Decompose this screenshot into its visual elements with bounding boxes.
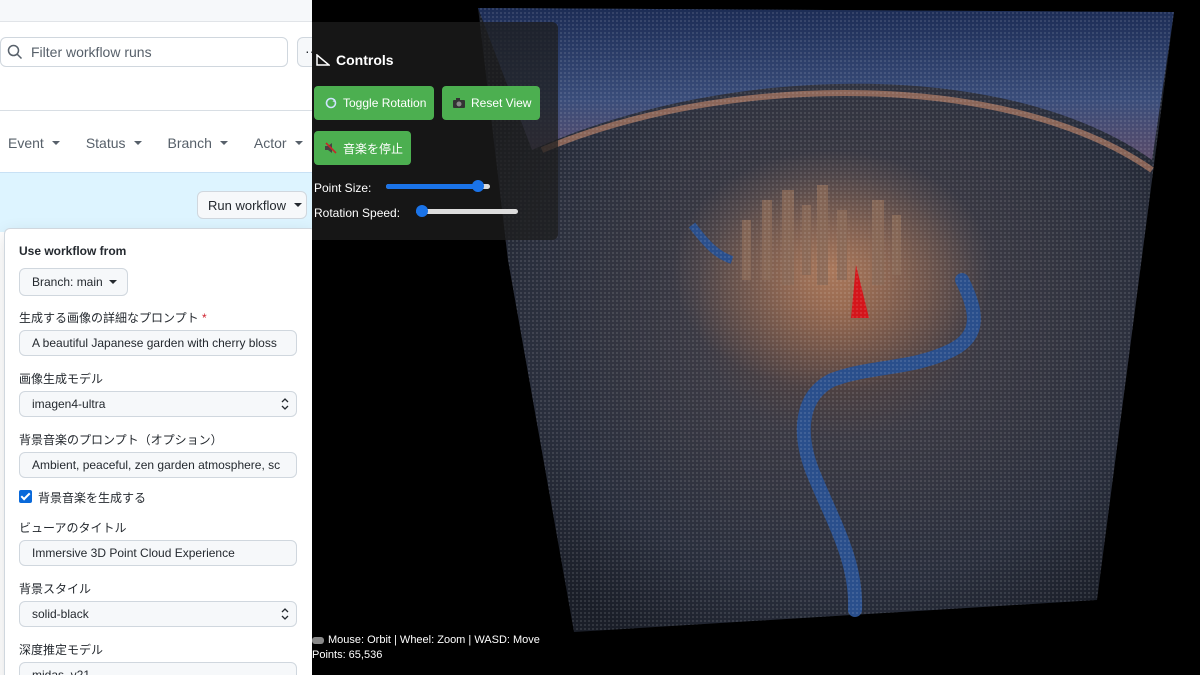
hint-text: Mouse: Orbit | Wheel: Zoom | WASD: Move	[328, 634, 540, 646]
points-count: Points: 65,536	[312, 649, 383, 661]
required-mark: *	[202, 311, 207, 325]
controls-panel: Controls Toggle Rotation Reset View 音楽を停…	[312, 22, 558, 240]
filter-branch[interactable]: Branch	[168, 135, 228, 151]
branch-select-button[interactable]: Branch: main	[19, 268, 128, 296]
stop-music-label: 音楽を停止	[343, 141, 404, 156]
toggle-rotation-button[interactable]: Toggle Rotation	[314, 86, 434, 120]
controls-title: Controls	[316, 52, 394, 68]
top-bar	[0, 0, 312, 22]
caret-down-icon	[219, 141, 228, 145]
filter-event[interactable]: Event	[8, 135, 60, 151]
depth-model-value: midas_v21	[32, 668, 91, 675]
controls-title-text: Controls	[336, 52, 394, 68]
model-select[interactable]: imagen4-ultra	[19, 391, 297, 417]
workflow-panel: Filter workflow runs ··· Event Status Br…	[0, 0, 312, 675]
bg-style-value: solid-black	[32, 607, 89, 621]
branch-label: Branch: main	[32, 275, 103, 289]
reset-view-button[interactable]: Reset View	[442, 86, 540, 120]
caret-down-icon	[294, 141, 303, 145]
depth-model-label: 深度推定モデル	[19, 643, 104, 657]
filter-label: Status	[85, 135, 126, 151]
viewer-title-label: ビューアのタイトル	[19, 521, 127, 535]
point-texture	[478, 8, 1174, 632]
filter-label: Actor	[253, 135, 287, 151]
slider-fill	[386, 184, 478, 189]
gamepad-icon	[312, 637, 324, 644]
caret-down-icon	[51, 141, 60, 145]
run-workflow-form: Use workflow from Branch: main 生成する画像の詳細…	[4, 228, 312, 675]
reset-view-label: Reset View	[471, 96, 532, 110]
filter-label: Branch	[167, 135, 212, 151]
model-label: 画像生成モデル	[19, 372, 104, 386]
filter-runs-input[interactable]: Filter workflow runs	[0, 37, 288, 67]
depth-model-select[interactable]: midas_v21	[19, 662, 297, 675]
model-value: imagen4-ultra	[32, 397, 106, 411]
stop-music-button[interactable]: 音楽を停止	[314, 131, 411, 165]
more-options-button[interactable]: ···	[297, 37, 312, 67]
point-size-slider[interactable]	[386, 180, 490, 192]
prompt-label: 生成する画像の詳細なプロンプト *	[19, 309, 207, 326]
run-workflow-label: Run workflow	[208, 197, 287, 213]
music-prompt-label: 背景音楽のプロンプト（オプション）	[19, 433, 223, 447]
rotation-speed-label: Rotation Speed:	[314, 206, 401, 220]
caret-down-icon	[133, 141, 142, 145]
bg-style-label: 背景スタイル	[19, 582, 92, 596]
point-size-label: Point Size:	[314, 181, 372, 195]
prompt-input[interactable]: A beautiful Japanese garden with cherry …	[19, 330, 297, 356]
generate-music-label: 背景音楽を生成する	[38, 491, 147, 505]
bg-style-select[interactable]: solid-black	[19, 601, 297, 627]
select-arrows-icon	[281, 398, 289, 410]
generate-music-checkbox[interactable]	[19, 490, 32, 503]
filter-bar: Event Status Branch Actor	[0, 130, 312, 156]
music-prompt-input[interactable]: Ambient, peaceful, zen garden atmosphere…	[19, 452, 297, 478]
slider-thumb[interactable]	[416, 205, 428, 217]
filter-label: Event	[8, 135, 44, 151]
controls-hint: Mouse: Orbit | Wheel: Zoom | WASD: Move	[312, 634, 540, 646]
caret-down-icon	[294, 203, 303, 207]
run-workflow-button[interactable]: Run workflow	[197, 191, 307, 219]
divider	[0, 110, 312, 111]
select-arrows-icon	[281, 608, 289, 620]
filter-actor[interactable]: Actor	[254, 135, 303, 151]
mute-speaker-icon	[325, 142, 337, 154]
toggle-rotation-label: Toggle Rotation	[343, 96, 427, 110]
search-icon	[7, 44, 23, 60]
refresh-icon	[325, 97, 337, 109]
search-placeholder: Filter workflow runs	[31, 44, 152, 60]
slider-thumb[interactable]	[471, 180, 484, 192]
point-cloud-viewer[interactable]: Controls Toggle Rotation Reset View 音楽を停…	[312, 0, 1200, 675]
filter-status[interactable]: Status	[86, 135, 142, 151]
prompt-label-text: 生成する画像の詳細なプロンプト	[19, 311, 199, 325]
camera-icon	[453, 98, 465, 108]
viewer-title-input[interactable]: Immersive 3D Point Cloud Experience	[19, 540, 297, 566]
triangle-ruler-icon	[316, 54, 330, 66]
rotation-speed-slider[interactable]	[416, 205, 518, 217]
form-title: Use workflow from	[19, 244, 127, 258]
caret-down-icon	[108, 280, 117, 284]
